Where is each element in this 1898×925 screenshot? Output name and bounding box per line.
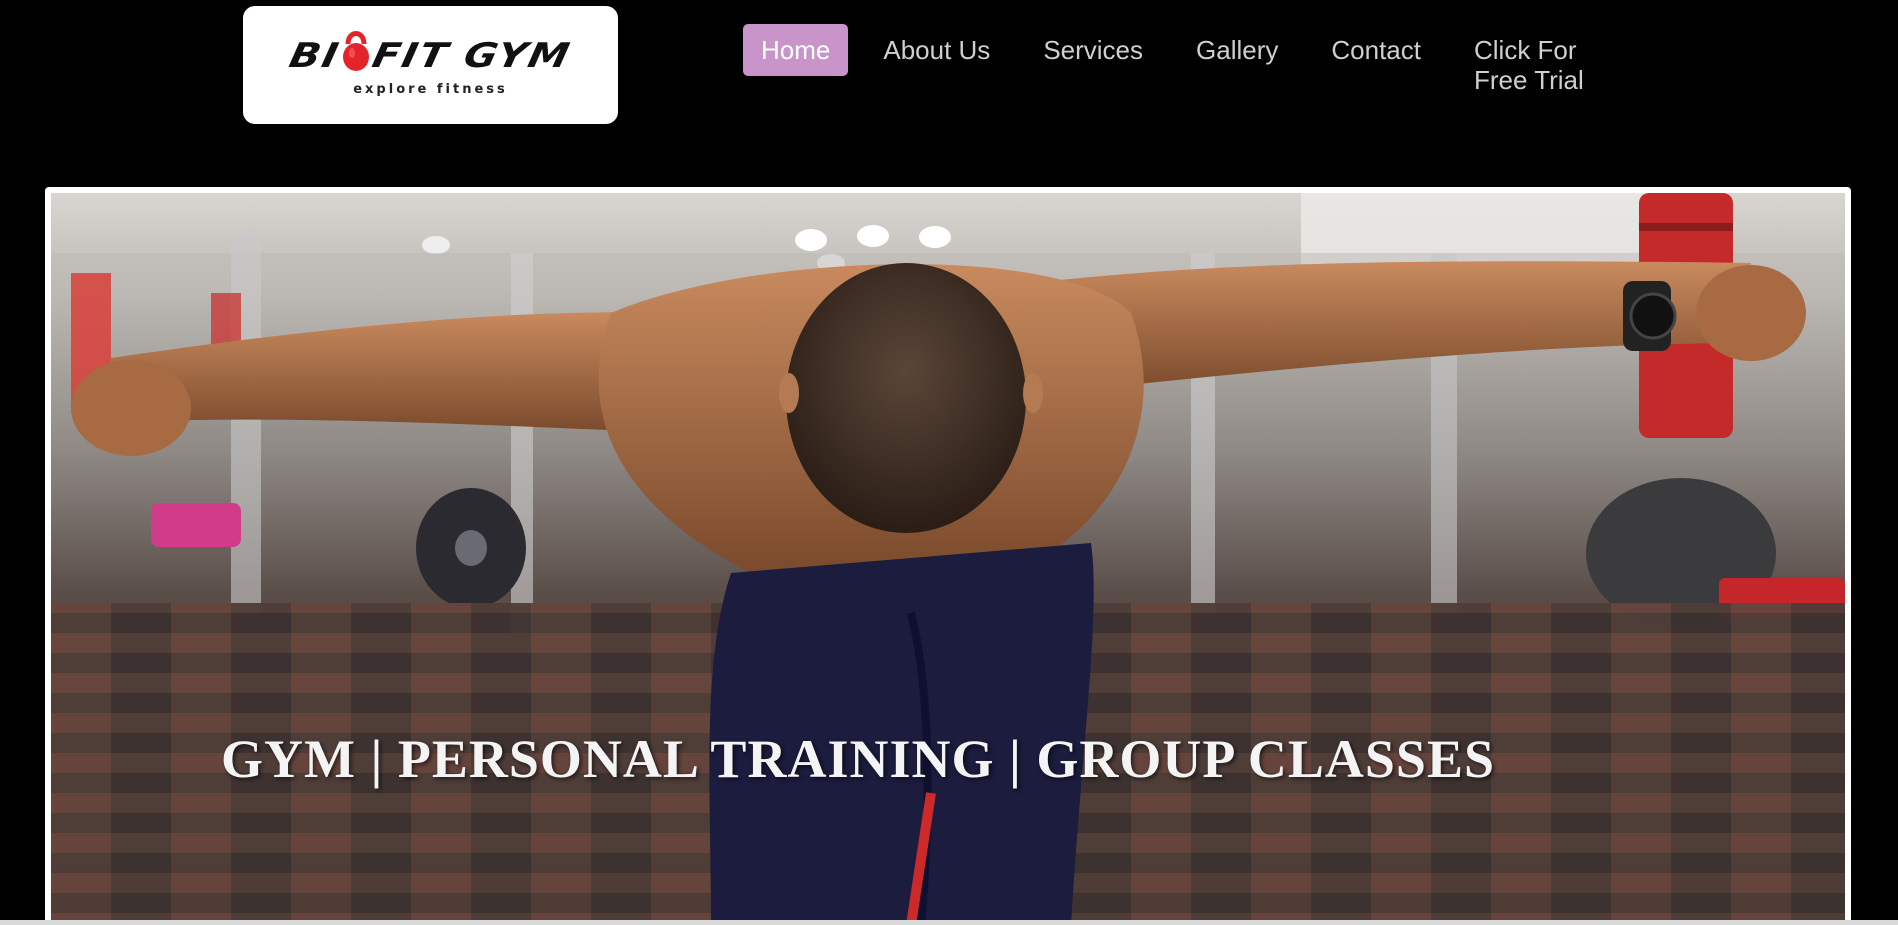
logo-wordmark: BI FIT GYM (286, 30, 575, 78)
logo-text-part2: FIT GYM (369, 35, 576, 76)
nav-free-trial[interactable]: Click For Free Trial (1456, 24, 1622, 106)
hero-caption: GYM | PERSONAL TRAINING | GROUP CLASSES (220, 729, 1495, 789)
page-bottom-edge (0, 920, 1898, 925)
nav-contact[interactable]: Contact (1313, 24, 1439, 76)
logo-tagline: explore fitness (353, 81, 508, 97)
main-nav: Home About Us Services Gallery Contact C… (743, 24, 1639, 106)
nav-gallery[interactable]: Gallery (1178, 24, 1296, 76)
page: BI FIT GYM explore fitness Home About Us… (0, 0, 1898, 925)
nav-home[interactable]: Home (743, 24, 849, 76)
hero-banner: GYM | PERSONAL TRAINING | GROUP CLASSES (51, 193, 1845, 925)
nav-free-trial-line2: Free Trial (1473, 65, 1584, 95)
nav-about-us[interactable]: About Us (865, 24, 1008, 76)
nav-free-trial-line1: Click For (1473, 35, 1577, 65)
logo-text-part1: BI (285, 35, 344, 76)
hero-image (51, 193, 1845, 925)
kettlebell-icon (341, 28, 371, 72)
nav-services[interactable]: Services (1025, 24, 1161, 76)
brand-logo[interactable]: BI FIT GYM explore fitness (243, 6, 618, 124)
